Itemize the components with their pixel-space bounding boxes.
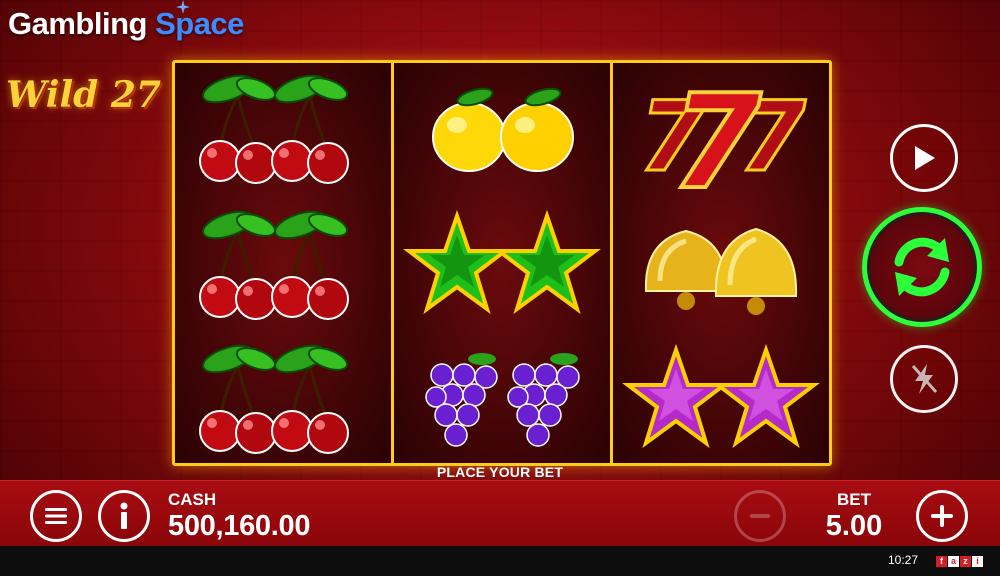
site-brand: Gambling Space (8, 6, 244, 42)
bet-label: BET (837, 490, 871, 509)
clock: 10:27 (888, 553, 919, 567)
play-icon (915, 146, 935, 170)
cherries-icon (175, 333, 391, 467)
turbo-button[interactable] (890, 345, 958, 413)
cherries-icon (175, 199, 391, 333)
cash-value: 500,160.00 (168, 510, 311, 542)
grapes-icon (394, 333, 610, 467)
status-bar (0, 546, 1000, 576)
provider-letter: z (960, 556, 971, 567)
sparkle-icon (176, 0, 190, 14)
green-stars-icon (394, 199, 610, 333)
menu-icon (45, 508, 67, 524)
brand-word-1: Gambling (8, 6, 147, 41)
purple-stars-icon (613, 333, 829, 467)
game-logo: Wild 27 (6, 74, 161, 116)
provider-logo: f a z i (936, 556, 983, 567)
increase-bet-button[interactable] (916, 490, 968, 542)
lightning-off-icon (911, 364, 938, 394)
reel-1 (175, 63, 391, 463)
provider-letter: i (972, 556, 983, 567)
decrease-bet-button[interactable] (734, 490, 786, 542)
plus-icon (931, 505, 953, 527)
svg-text:7: 7 (671, 66, 762, 218)
spin-arrows-icon (894, 237, 950, 297)
seven-icon: 7 7 7 (613, 63, 829, 220)
menu-button[interactable] (30, 490, 82, 542)
minus-icon (750, 514, 770, 518)
provider-letter: a (948, 556, 959, 567)
brand-word-2: Space (155, 6, 244, 41)
info-icon (120, 502, 128, 529)
reels-frame: 7 7 7 (172, 60, 832, 466)
bells-icon (613, 199, 829, 333)
provider-letter: f (936, 556, 947, 567)
cash-label: CASH (168, 490, 217, 509)
bet-value: 5.00 (825, 510, 883, 542)
reel-2 (391, 63, 610, 463)
bet-message: PLACE YOUR BET (436, 464, 564, 480)
cherries-icon (175, 63, 391, 197)
info-button[interactable] (98, 490, 150, 542)
lemons-icon (394, 63, 610, 197)
autoplay-button[interactable] (890, 124, 958, 192)
spin-button[interactable] (862, 207, 982, 327)
reel-3: 7 7 7 (610, 63, 829, 463)
